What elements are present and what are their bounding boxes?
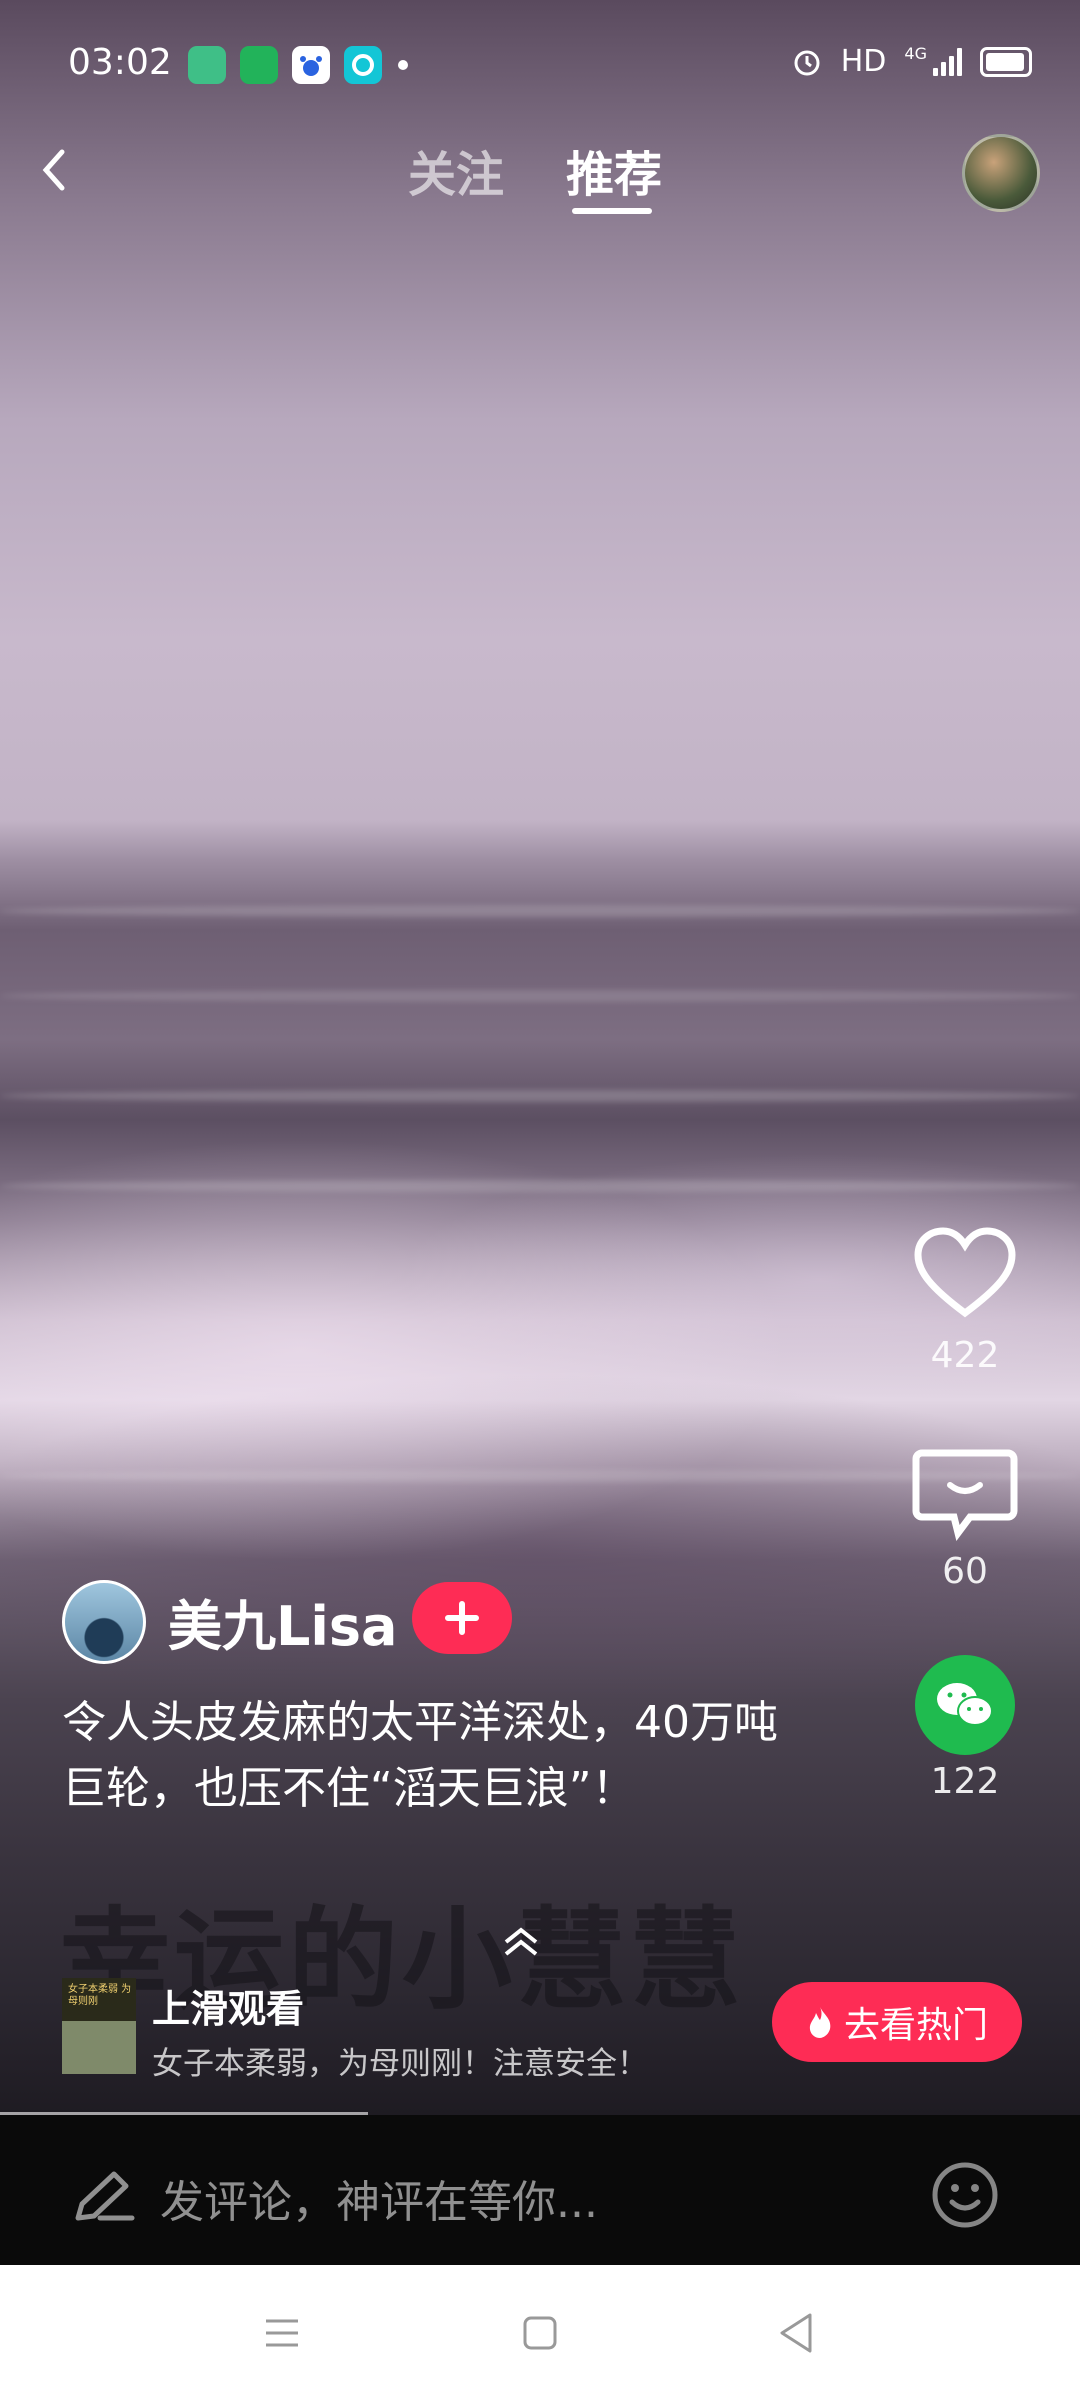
promo-thumbnail[interactable]: 女子本柔弱 为母则刚	[62, 1978, 136, 2074]
back-button[interactable]	[28, 140, 84, 200]
back-triangle-icon[interactable]	[776, 2311, 816, 2355]
promo-thumb-text: 女子本柔弱 为母则刚	[68, 1984, 132, 2007]
notification-dot-icon	[398, 60, 408, 70]
heart-icon	[914, 1227, 1016, 1318]
status-bar: 03:02 HD 4G	[0, 0, 1080, 130]
alarm-icon	[794, 50, 820, 75]
menu-icon[interactable]	[262, 2313, 302, 2353]
share-wechat-button[interactable]: 122	[900, 1655, 1030, 1802]
promo-subtitle: 女子本柔弱，为母则刚！注意安全！	[152, 2046, 648, 2082]
plus-icon	[445, 1601, 479, 1635]
green-ring-app-icon	[240, 46, 278, 84]
flame-icon	[809, 2007, 831, 2038]
tab-recommend[interactable]: 推荐	[566, 135, 662, 205]
hd-label: HD	[840, 44, 887, 79]
chevron-left-icon	[42, 149, 65, 191]
baidu-paw-app-icon	[292, 46, 330, 84]
chevron-up-icon	[504, 1927, 538, 1956]
author-avatar[interactable]	[62, 1580, 146, 1664]
top-right-avatar[interactable]	[962, 134, 1040, 212]
cyan-app-icon	[344, 46, 382, 84]
caption-line: 令人头皮发麻的太平洋深处，40万吨	[62, 1697, 778, 1748]
wechat-icon	[915, 1655, 1015, 1755]
tab-follow[interactable]: 关注	[408, 135, 504, 205]
follow-button[interactable]	[412, 1582, 512, 1654]
wave-crest	[0, 1180, 1080, 1192]
emoji-icon[interactable]	[930, 2160, 1000, 2230]
comment-input[interactable]: 发评论，神评在等你...	[160, 2166, 598, 2230]
comment-bubble-icon	[912, 1449, 1018, 1541]
promo-title[interactable]: 上滑观看	[152, 1978, 304, 2033]
status-time: 03:02	[68, 42, 172, 83]
share-count: 122	[930, 1761, 1000, 1802]
system-nav-bar	[0, 2265, 1080, 2400]
network-type-label: 4G	[904, 44, 927, 63]
active-tab-indicator	[572, 208, 652, 214]
green-square-app-icon	[188, 46, 226, 84]
like-count: 422	[930, 1335, 1000, 1376]
author-name[interactable]: 美九Lisa	[168, 1582, 398, 1661]
caption-line: 巨轮，也压不住“滔天巨浪”！	[62, 1763, 636, 1814]
hot-button[interactable]: 去看热门	[772, 1982, 1022, 2062]
comment-button[interactable]: 60	[900, 1445, 1030, 1592]
battery-icon	[980, 46, 1032, 77]
home-icon[interactable]	[520, 2313, 560, 2353]
wave-crest	[0, 905, 1080, 917]
pencil-icon	[75, 2171, 135, 2221]
wave-crest	[0, 990, 1080, 1002]
status-right-group: HD 4G	[791, 44, 1032, 79]
signal-icon	[933, 47, 962, 76]
hot-button-label: 去看热门	[843, 2005, 988, 2046]
like-button[interactable]: 422	[900, 1225, 1030, 1376]
video-caption: 令人头皮发麻的太平洋深处，40万吨 巨轮，也压不住“滔天巨浪”！	[62, 1690, 862, 1822]
comment-count: 60	[942, 1551, 988, 1592]
wave-crest	[0, 1090, 1080, 1102]
